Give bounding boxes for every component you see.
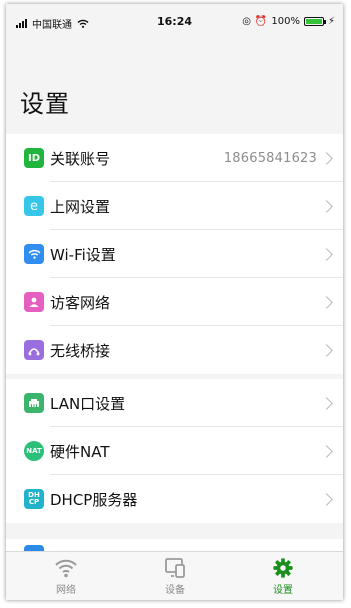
tab-bar: 网络 设备 设置 — [6, 551, 343, 600]
row-guest-network[interactable]: 访客网络 — [6, 278, 343, 326]
tab-network[interactable]: 网络 — [26, 556, 106, 598]
chevron-right-icon — [320, 396, 333, 410]
row-label: LAN口设置 — [50, 394, 126, 413]
tab-label: 设备 — [165, 585, 185, 596]
row-wifi-settings[interactable]: Wi-Fi设置 — [6, 230, 343, 278]
chevron-right-icon — [320, 343, 333, 357]
row-wireless-bridge[interactable]: 无线桥接 — [6, 326, 343, 374]
battery-percent: 100% — [271, 16, 300, 27]
status-bar: 中国联通 16:24 ◎ ⏰ 100% ⚡ — [6, 4, 343, 40]
row-label: DHCP服务器 — [50, 490, 138, 509]
chevron-right-icon — [320, 444, 333, 458]
chevron-right-icon — [320, 492, 333, 506]
gear-icon — [273, 558, 293, 578]
row-label: 硬件NAT — [50, 442, 110, 461]
settings-group-lan: LAN口设置 NAT 硬件NAT DH CP DHCP服务器 — [6, 379, 343, 523]
chevron-right-icon — [320, 199, 333, 213]
row-label: 访客网络 — [50, 293, 111, 312]
row-hardware-nat[interactable]: NAT 硬件NAT — [6, 427, 343, 475]
tab-devices[interactable]: 设备 — [135, 556, 215, 598]
row-label: 无线桥接 — [50, 341, 111, 360]
wifi-icon — [24, 244, 44, 264]
tab-settings[interactable]: 设置 — [243, 556, 323, 598]
internet-icon: e — [24, 196, 44, 216]
charging-icon: ⚡ — [327, 15, 335, 27]
chevron-right-icon — [320, 151, 333, 165]
battery-icon — [303, 17, 326, 26]
dhcp-icon: DH CP — [24, 489, 44, 509]
alarm-icon: ⏰ — [254, 15, 268, 27]
guest-icon — [24, 292, 44, 312]
tab-label: 网络 — [56, 585, 76, 596]
tab-label: 设置 — [273, 585, 293, 596]
phone-screen: 中国联通 16:24 ◎ ⏰ 100% ⚡ 设置 ID 关联账号 1866584… — [6, 4, 343, 600]
devices-icon — [165, 558, 185, 578]
rotation-lock-icon: ◎ — [242, 15, 251, 27]
network-icon — [55, 559, 77, 578]
chevron-right-icon — [320, 295, 333, 309]
account-id-icon: ID — [24, 148, 44, 168]
lan-port-icon — [24, 393, 44, 413]
row-dhcp-server[interactable]: DH CP DHCP服务器 — [6, 475, 343, 523]
bridge-icon — [24, 340, 44, 360]
settings-group-network: ID 关联账号 18665841623 e 上网设置 Wi-Fi设置 访客网络 — [6, 134, 343, 374]
linked-account-value: 18665841623 — [223, 150, 317, 166]
chevron-right-icon — [320, 247, 333, 261]
row-label: 上网设置 — [50, 197, 111, 216]
row-internet-settings[interactable]: e 上网设置 — [6, 182, 343, 230]
row-label: 关联账号 — [50, 149, 111, 168]
row-linked-account[interactable]: ID 关联账号 18665841623 — [6, 134, 343, 182]
nat-icon: NAT — [24, 441, 44, 461]
page-title: 设置 — [20, 90, 70, 118]
row-lan-settings[interactable]: LAN口设置 — [6, 379, 343, 427]
row-label: Wi-Fi设置 — [50, 245, 116, 264]
